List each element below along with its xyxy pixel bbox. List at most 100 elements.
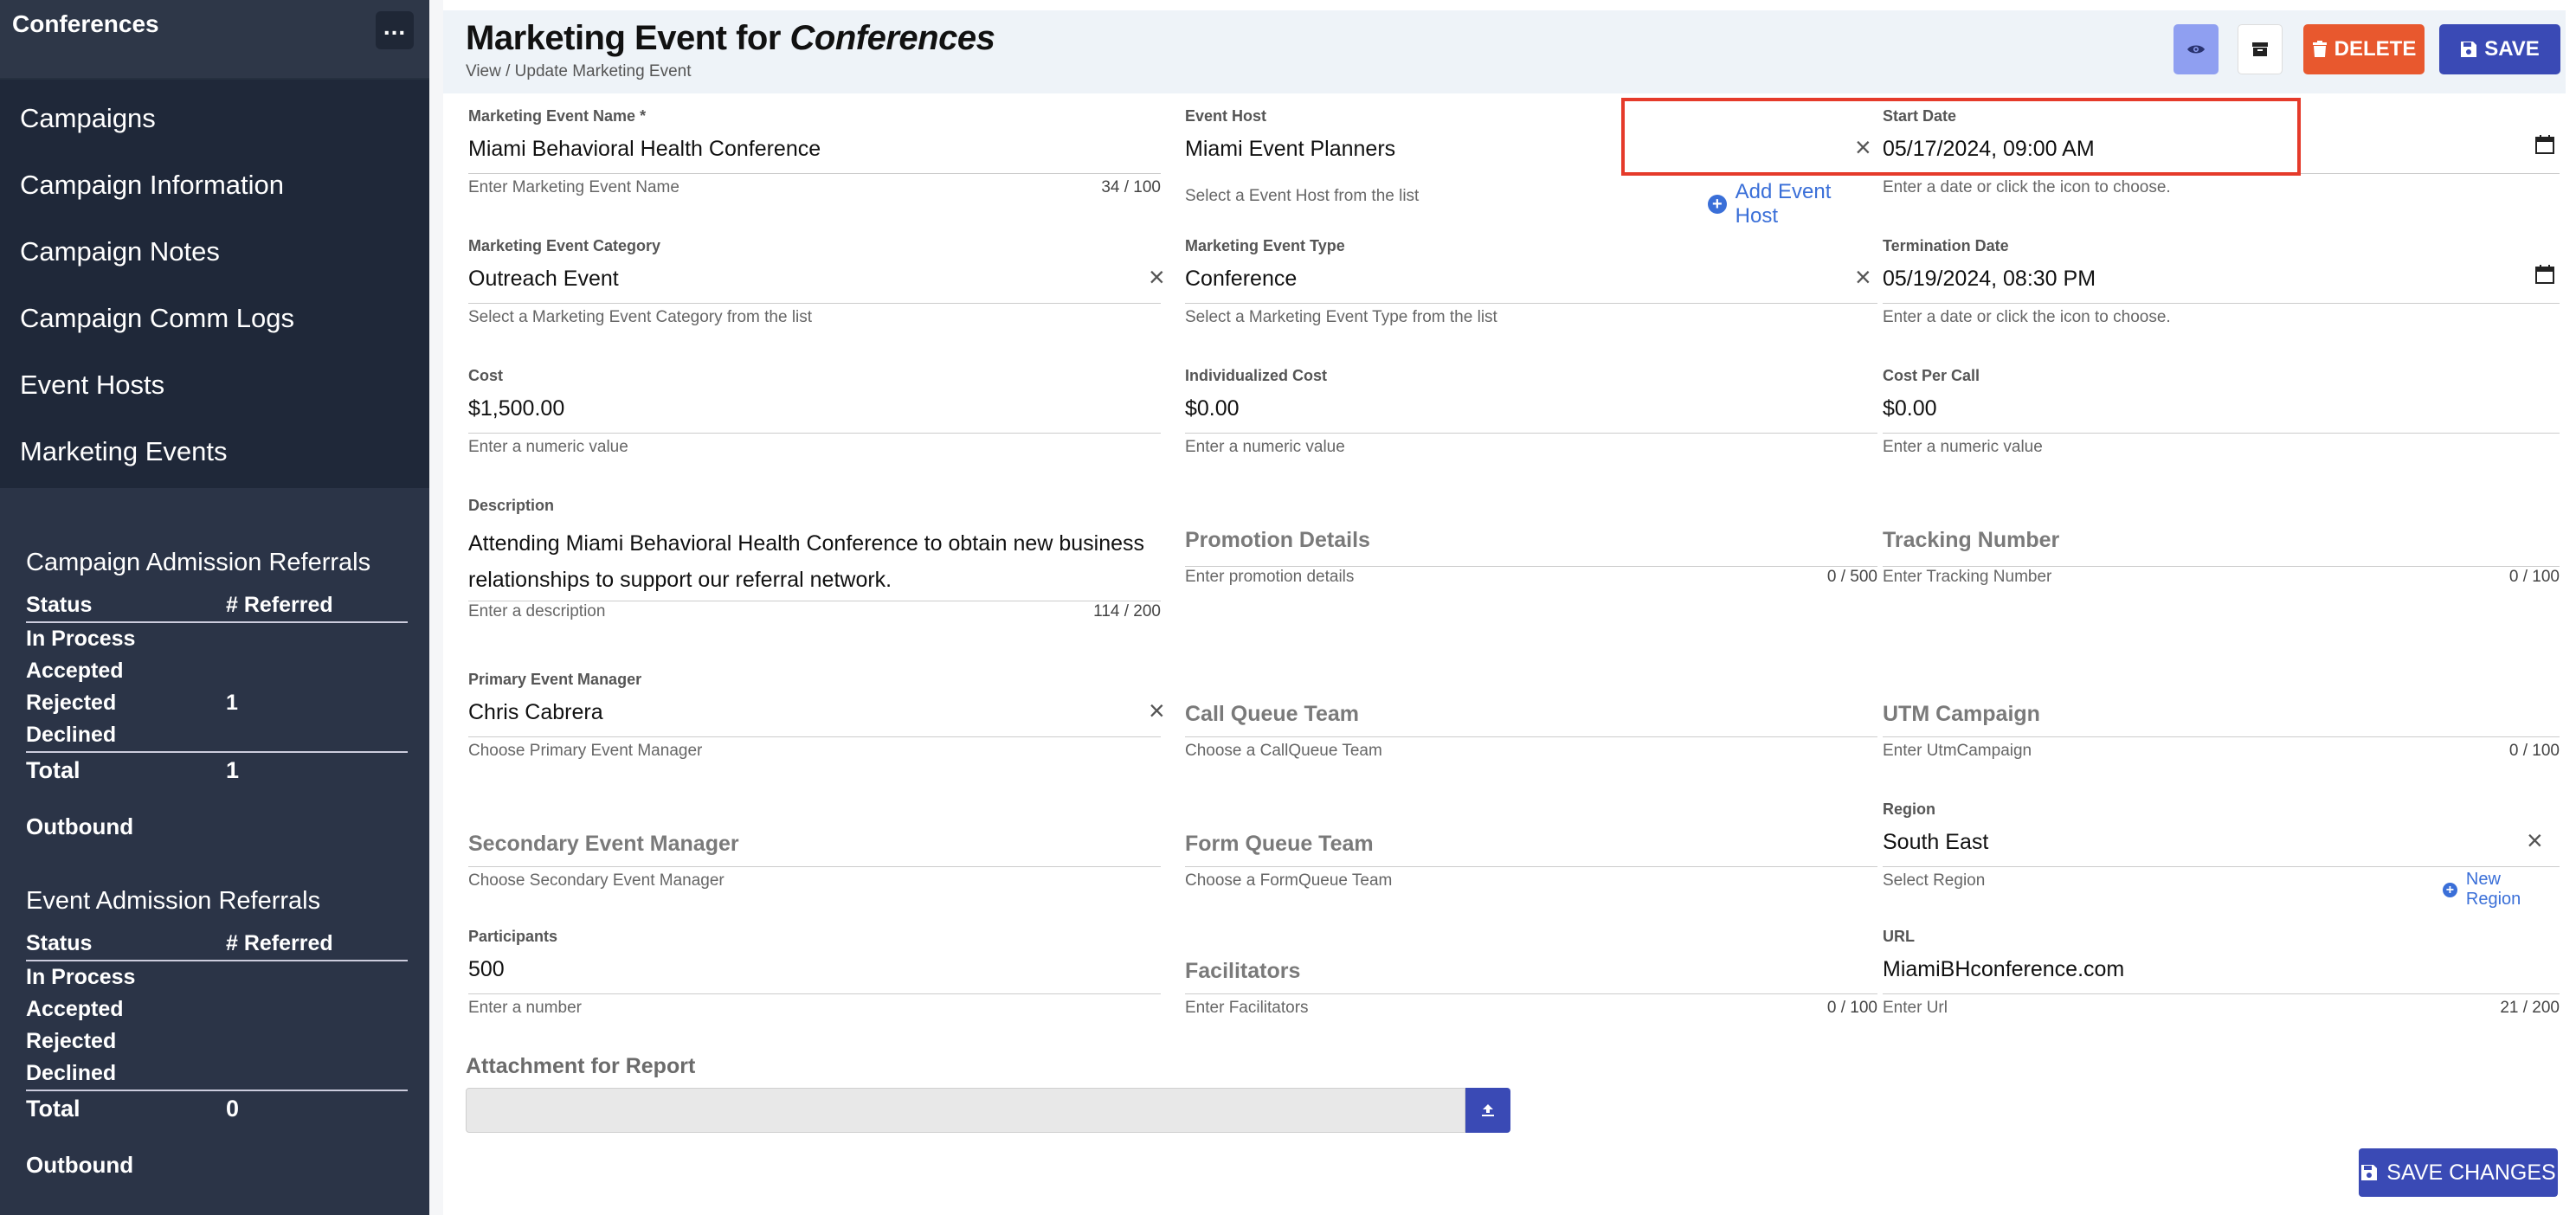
secondary-manager-hint: Choose Secondary Event Manager xyxy=(468,871,724,890)
status-cell: In Process xyxy=(26,627,136,651)
view-button[interactable] xyxy=(2174,24,2219,74)
page-title-campaign: Conferences xyxy=(789,19,995,57)
utm-campaign-field[interactable]: UTM Campaign Enter UtmCampaign 0 / 100 xyxy=(1883,671,2560,766)
event-category-hint: Select a Marketing Event Category from t… xyxy=(468,308,813,326)
participants-input[interactable]: 500 xyxy=(468,957,505,982)
clear-icon[interactable]: × xyxy=(1149,263,1165,291)
form-queue-input[interactable]: Form Queue Team xyxy=(1185,832,1374,857)
event-name-input[interactable]: Miami Behavioral Health Conference xyxy=(468,137,821,162)
termination-date-field[interactable]: Termination Date 05/19/2024, 08:30 PM En… xyxy=(1883,237,2560,332)
promotion-details-input[interactable]: Promotion Details xyxy=(1185,528,1370,553)
new-region-link[interactable]: + New Region xyxy=(2443,870,2560,910)
primary-manager-label: Primary Event Manager xyxy=(468,671,642,688)
region-field[interactable]: Region South East × Select Region + New … xyxy=(1883,800,2560,909)
individualized-cost-input[interactable]: $0.00 xyxy=(1185,396,1240,421)
save-button[interactable]: SAVE xyxy=(2439,24,2560,74)
description-field[interactable]: Description Attending Miami Behavioral H… xyxy=(468,497,1161,627)
call-queue-input[interactable]: Call Queue Team xyxy=(1185,702,1359,727)
save-changes-label: SAVE CHANGES xyxy=(2386,1160,2556,1185)
panel-title: Campaign Admission Referrals xyxy=(26,549,371,576)
page-title-prefix: Marketing Event for xyxy=(466,19,790,57)
description-count: 114 / 200 xyxy=(1093,602,1161,620)
secondary-manager-input[interactable]: Secondary Event Manager xyxy=(468,832,739,857)
termination-date-label: Termination Date xyxy=(1883,237,2009,254)
url-input[interactable]: MiamiBHconference.com xyxy=(1883,957,2124,982)
archive-button[interactable] xyxy=(2238,24,2283,74)
event-type-field[interactable]: Marketing Event Type Conference × Select… xyxy=(1185,237,1877,332)
individualized-cost-field[interactable]: Individualized Cost $0.00 Enter a numeri… xyxy=(1185,367,1877,462)
total-row: Total 0 xyxy=(26,1090,408,1126)
sidebar-item-event-hosts[interactable]: Event Hosts xyxy=(0,351,429,418)
tracking-number-field[interactable]: Tracking Number Enter Tracking Number 0 … xyxy=(1883,497,2560,627)
attachment-label: Attachment for Report xyxy=(466,1054,696,1078)
tracking-number-input[interactable]: Tracking Number xyxy=(1883,528,2059,553)
event-host-input[interactable]: Miami Event Planners xyxy=(1185,137,1395,162)
secondary-manager-field[interactable]: Secondary Event Manager Choose Secondary… xyxy=(468,800,1161,896)
count-cell xyxy=(226,719,408,752)
clear-icon[interactable]: × xyxy=(2527,826,2543,854)
count-cell: 1 xyxy=(226,691,238,715)
cost-per-call-field[interactable]: Cost Per Call $0.00 Enter a numeric valu… xyxy=(1883,367,2560,462)
count-cell xyxy=(226,1058,408,1090)
sidebar-item-marketing-events[interactable]: Marketing Events xyxy=(0,418,429,485)
total-value: 0 xyxy=(226,1090,408,1126)
description-line-2[interactable]: relationships to support our referral ne… xyxy=(468,568,892,593)
upload-button[interactable] xyxy=(1465,1088,1510,1133)
campaign-referrals-panel: Campaign Admission Referrals Status # Re… xyxy=(0,488,429,840)
calendar-icon[interactable] xyxy=(2535,135,2554,154)
clear-icon[interactable]: × xyxy=(1149,697,1165,724)
required-marker: * xyxy=(640,107,647,125)
trash-icon xyxy=(2312,41,2327,57)
facilitators-input[interactable]: Facilitators xyxy=(1185,959,1300,984)
sidebar-item-campaigns[interactable]: Campaigns xyxy=(0,85,429,151)
clear-icon[interactable]: × xyxy=(1855,263,1871,291)
calendar-icon[interactable] xyxy=(2535,265,2554,284)
column-header-referred: # Referred xyxy=(226,589,408,623)
utm-campaign-input[interactable]: UTM Campaign xyxy=(1883,702,2040,727)
primary-manager-input[interactable]: Chris Cabrera xyxy=(468,700,603,725)
sidebar-item-campaign-notes[interactable]: Campaign Notes xyxy=(0,218,429,285)
sidebar-item-campaign-information[interactable]: Campaign Information xyxy=(0,151,429,218)
primary-manager-field[interactable]: Primary Event Manager Chris Cabrera × Ch… xyxy=(468,671,1165,766)
promotion-details-count: 0 / 500 xyxy=(1826,568,1877,586)
tracking-number-hint: Enter Tracking Number xyxy=(1883,568,2052,586)
termination-date-input[interactable]: 05/19/2024, 08:30 PM xyxy=(1883,267,2096,292)
delete-button[interactable]: DELETE xyxy=(2303,24,2425,74)
count-cell xyxy=(226,622,408,655)
termination-date-hint: Enter a date or click the icon to choose… xyxy=(1883,308,2171,326)
column-header-referred: # Referred xyxy=(226,928,408,961)
attachment-input[interactable] xyxy=(466,1088,1465,1133)
cost-per-call-hint: Enter a numeric value xyxy=(1883,438,2043,456)
sidebar-item-campaign-comm-logs[interactable]: Campaign Comm Logs xyxy=(0,285,429,351)
status-cell: Rejected xyxy=(26,691,117,715)
description-line-1[interactable]: Attending Miami Behavioral Health Confer… xyxy=(468,531,1144,556)
status-cell: In Process xyxy=(26,965,136,989)
form-queue-field[interactable]: Form Queue Team Choose a FormQueue Team xyxy=(1185,800,1877,896)
event-category-field[interactable]: Marketing Event Category Outreach Event … xyxy=(468,237,1165,332)
page-title: Marketing Event for Conferences xyxy=(466,19,995,58)
outbound-label: Outbound xyxy=(26,1152,134,1178)
event-name-label: Marketing Event Name xyxy=(468,107,636,125)
event-name-field[interactable]: Marketing Event Name * Miami Behavioral … xyxy=(468,107,1161,202)
region-input[interactable]: South East xyxy=(1883,830,1988,855)
participants-field[interactable]: Participants 500 Enter a number xyxy=(468,928,1161,1023)
more-options-button[interactable]: ... xyxy=(376,11,414,49)
event-category-input[interactable]: Outreach Event xyxy=(468,267,619,292)
table-row: Declined xyxy=(26,719,408,752)
count-cell xyxy=(226,655,408,687)
promotion-details-field[interactable]: Promotion Details Enter promotion detail… xyxy=(1185,497,1877,627)
url-field[interactable]: URL MiamiBHconference.com Enter Url 21 /… xyxy=(1883,928,2560,1023)
cost-per-call-input[interactable]: $0.00 xyxy=(1883,396,1937,421)
call-queue-field[interactable]: Call Queue Team Choose a CallQueue Team xyxy=(1185,671,1877,766)
cost-input[interactable]: $1,500.00 xyxy=(468,396,564,421)
url-count: 21 / 200 xyxy=(2500,999,2560,1017)
delete-label: DELETE xyxy=(2334,37,2417,61)
utm-campaign-hint: Enter UtmCampaign xyxy=(1883,742,2032,760)
event-type-input[interactable]: Conference xyxy=(1185,267,1297,292)
add-event-host-link[interactable]: + Add Event Host xyxy=(1708,180,1877,228)
event-host-hint: Select a Event Host from the list xyxy=(1185,187,1420,205)
cost-field[interactable]: Cost $1,500.00 Enter a numeric value xyxy=(468,367,1161,462)
save-changes-button[interactable]: SAVE CHANGES xyxy=(2359,1148,2558,1197)
event-host-label: Event Host xyxy=(1185,107,1267,125)
facilitators-field[interactable]: Facilitators Enter Facilitators 0 / 100 xyxy=(1185,928,1877,1023)
